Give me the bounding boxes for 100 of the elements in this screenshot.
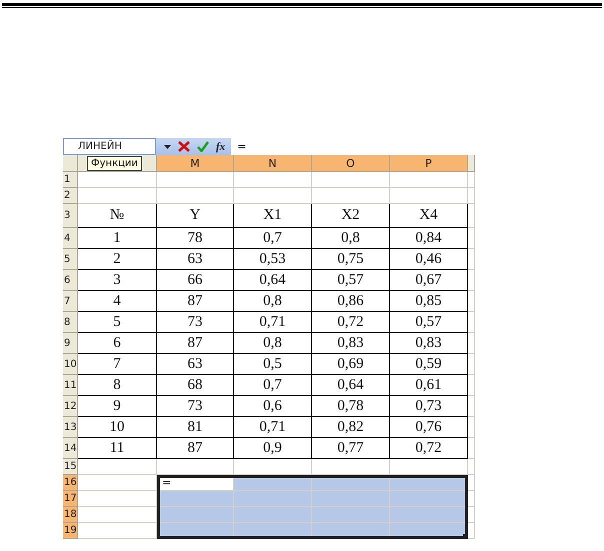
table-cell[interactable]: X2 [312, 204, 390, 228]
table-cell[interactable]: 0,77 [312, 438, 390, 459]
table-cell[interactable]: 68 [157, 375, 234, 396]
row-header[interactable]: 10 [63, 354, 78, 375]
table-cell[interactable]: 66 [157, 270, 234, 291]
insert-function-button[interactable]: fx [216, 140, 226, 152]
table-cell[interactable]: 0,64 [234, 270, 312, 291]
table-cell[interactable] [468, 417, 475, 438]
dropdown-caret-icon[interactable] [164, 144, 171, 148]
table-cell[interactable]: 0,75 [312, 249, 390, 270]
table-cell[interactable] [234, 507, 312, 523]
table-cell[interactable] [468, 375, 475, 396]
table-cell[interactable] [390, 459, 468, 475]
table-cell[interactable]: 73 [157, 396, 234, 417]
row-header[interactable]: 18 [63, 507, 78, 523]
table-cell[interactable]: X4 [390, 204, 468, 228]
table-cell[interactable] [468, 507, 475, 523]
table-cell[interactable]: 0,8 [234, 333, 312, 354]
table-cell[interactable]: 7 [78, 354, 157, 375]
column-header[interactable]: N [234, 155, 312, 172]
select-all-corner[interactable] [63, 155, 78, 172]
table-cell[interactable]: 1 [78, 228, 157, 249]
table-cell[interactable]: 0,6 [234, 396, 312, 417]
table-cell[interactable]: 3 [78, 270, 157, 291]
table-cell[interactable]: 73 [157, 312, 234, 333]
table-cell[interactable] [468, 188, 475, 204]
table-cell[interactable]: 5 [78, 312, 157, 333]
table-cell[interactable] [468, 270, 475, 291]
row-header[interactable]: 8 [63, 312, 78, 333]
column-header[interactable] [468, 155, 475, 172]
row-header[interactable]: 14 [63, 438, 78, 459]
column-header[interactable]: O [312, 155, 390, 172]
table-cell[interactable]: 4 [78, 291, 157, 312]
table-cell[interactable] [78, 507, 157, 523]
row-header[interactable]: 7 [63, 291, 78, 312]
table-cell[interactable] [78, 188, 157, 204]
table-cell[interactable] [312, 172, 390, 188]
check-icon[interactable] [197, 141, 209, 152]
row-header[interactable]: 6 [63, 270, 78, 291]
table-cell[interactable] [468, 204, 475, 228]
table-cell[interactable] [157, 188, 234, 204]
table-cell[interactable]: 0,9 [234, 438, 312, 459]
table-cell[interactable] [157, 172, 234, 188]
table-cell[interactable] [468, 228, 475, 249]
table-cell[interactable]: 0,78 [312, 396, 390, 417]
table-cell[interactable] [312, 507, 390, 523]
table-cell[interactable] [157, 507, 234, 523]
table-cell[interactable]: 0,83 [312, 333, 390, 354]
table-cell[interactable]: 0,72 [390, 438, 468, 459]
table-cell[interactable]: № [78, 204, 157, 228]
table-cell[interactable]: 0,85 [390, 291, 468, 312]
table-cell[interactable] [468, 396, 475, 417]
table-cell[interactable] [312, 459, 390, 475]
table-cell[interactable]: 8 [78, 375, 157, 396]
column-header[interactable]: M [157, 155, 234, 172]
table-cell[interactable] [468, 459, 475, 475]
table-cell[interactable] [390, 491, 468, 507]
table-cell[interactable]: 87 [157, 333, 234, 354]
table-cell[interactable] [234, 188, 312, 204]
table-cell[interactable]: 0,53 [234, 249, 312, 270]
table-cell[interactable]: 0,61 [390, 375, 468, 396]
row-header[interactable]: 17 [63, 491, 78, 507]
table-cell[interactable] [157, 459, 234, 475]
table-cell[interactable]: X1 [234, 204, 312, 228]
table-cell[interactable]: 6 [78, 333, 157, 354]
table-cell[interactable]: 81 [157, 417, 234, 438]
table-cell[interactable]: 0,67 [390, 270, 468, 291]
row-header[interactable]: 13 [63, 417, 78, 438]
row-header[interactable]: 16 [63, 475, 78, 491]
table-cell[interactable] [468, 491, 475, 507]
row-header[interactable]: 2 [63, 188, 78, 204]
table-cell[interactable] [468, 291, 475, 312]
table-cell[interactable] [157, 491, 234, 507]
table-cell[interactable] [390, 172, 468, 188]
cancel-icon[interactable] [178, 141, 190, 152]
table-cell[interactable] [312, 188, 390, 204]
table-cell[interactable] [468, 333, 475, 354]
table-cell[interactable]: 0,69 [312, 354, 390, 375]
table-cell[interactable]: 63 [157, 354, 234, 375]
table-cell[interactable]: 10 [78, 417, 157, 438]
table-cell[interactable]: 0,64 [312, 375, 390, 396]
table-cell[interactable]: 78 [157, 228, 234, 249]
row-header[interactable]: 12 [63, 396, 78, 417]
table-cell[interactable]: Y [157, 204, 234, 228]
table-cell[interactable]: 87 [157, 291, 234, 312]
table-cell[interactable]: 63 [157, 249, 234, 270]
table-cell[interactable] [312, 491, 390, 507]
table-cell[interactable]: 0,76 [390, 417, 468, 438]
table-cell[interactable]: 0,7 [234, 375, 312, 396]
table-cell[interactable] [468, 354, 475, 375]
table-cell[interactable]: 2 [78, 249, 157, 270]
row-header[interactable]: 3 [63, 204, 78, 228]
name-box[interactable]: ЛИНЕЙН [63, 138, 156, 155]
table-cell[interactable] [468, 475, 475, 491]
row-header[interactable]: 1 [63, 172, 78, 188]
table-cell[interactable]: 0,46 [390, 249, 468, 270]
table-cell[interactable]: 9 [78, 396, 157, 417]
table-cell[interactable] [468, 249, 475, 270]
table-cell[interactable]: 0,59 [390, 354, 468, 375]
table-cell[interactable]: 0,57 [312, 270, 390, 291]
